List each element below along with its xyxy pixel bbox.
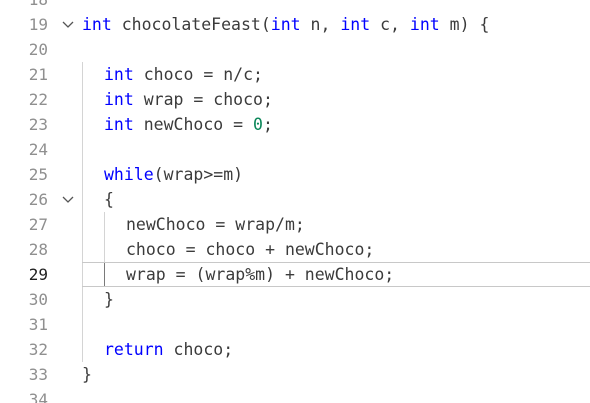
line-number: 34 bbox=[28, 390, 48, 403]
line-number: 18 bbox=[0, 0, 48, 12]
line-number: 24 bbox=[28, 140, 48, 159]
line-number: 19 bbox=[28, 15, 48, 34]
code-line[interactable]: 26 { bbox=[0, 187, 590, 212]
code-text: newChoco = wrap/m; bbox=[126, 215, 305, 234]
code-text: int chocolateFeast(int n, int c, int m) … bbox=[82, 15, 490, 34]
line-number: 32 bbox=[28, 340, 48, 359]
code-text: int choco = n/c; bbox=[104, 65, 263, 84]
code-line[interactable]: 23 int newChoco = 0; bbox=[0, 112, 590, 137]
line-number: 27 bbox=[28, 215, 48, 234]
code-line[interactable]: 25 while(wrap>=m) bbox=[0, 162, 590, 187]
code-line-active[interactable]: 29 wrap = (wrap%m) + newChoco; bbox=[0, 262, 590, 287]
code-line[interactable]: 34 bbox=[0, 387, 590, 403]
code-text: return choco; bbox=[104, 340, 234, 359]
code-line[interactable]: 31 bbox=[0, 312, 590, 337]
code-line[interactable]: 24 bbox=[0, 137, 590, 162]
line-number: 20 bbox=[28, 40, 48, 59]
code-line[interactable]: 30 } bbox=[0, 287, 590, 312]
code-text: choco = choco + newChoco; bbox=[126, 240, 375, 259]
code-text: int newChoco = 0; bbox=[104, 115, 273, 134]
line-number: 23 bbox=[28, 115, 48, 134]
code-line[interactable]: 21 int choco = n/c; bbox=[0, 62, 590, 87]
code-line[interactable]: 18 bbox=[0, 0, 590, 12]
line-number: 22 bbox=[28, 90, 48, 109]
line-number: 33 bbox=[28, 365, 48, 384]
code-line[interactable]: 32 return choco; bbox=[0, 337, 590, 362]
line-number: 28 bbox=[28, 240, 48, 259]
code-line[interactable]: 33 } bbox=[0, 362, 590, 387]
code-text: int wrap = choco; bbox=[104, 90, 273, 109]
code-text: wrap = (wrap%m) + newChoco; bbox=[126, 265, 395, 284]
code-text: } bbox=[82, 365, 92, 384]
code-line[interactable]: 27 newChoco = wrap/m; bbox=[0, 212, 590, 237]
line-number: 30 bbox=[28, 290, 48, 309]
code-line[interactable]: 22 int wrap = choco; bbox=[0, 87, 590, 112]
code-text: } bbox=[104, 290, 114, 309]
fold-chevron-down-icon[interactable] bbox=[62, 187, 76, 212]
code-editor[interactable]: 18 19 int chocolateFeast(int n, int c, i… bbox=[0, 0, 590, 403]
line-number: 25 bbox=[28, 165, 48, 184]
line-number: 31 bbox=[28, 315, 48, 334]
code-text: while(wrap>=m) bbox=[104, 165, 244, 184]
fold-chevron-down-icon[interactable] bbox=[62, 12, 76, 37]
code-line[interactable]: 20 bbox=[0, 37, 590, 62]
line-number: 29 bbox=[28, 265, 48, 284]
code-text: { bbox=[104, 190, 114, 209]
line-number: 26 bbox=[28, 190, 48, 209]
code-line[interactable]: 28 choco = choco + newChoco; bbox=[0, 237, 590, 262]
line-number: 21 bbox=[28, 65, 48, 84]
code-line[interactable]: 19 int chocolateFeast(int n, int c, int … bbox=[0, 12, 590, 37]
